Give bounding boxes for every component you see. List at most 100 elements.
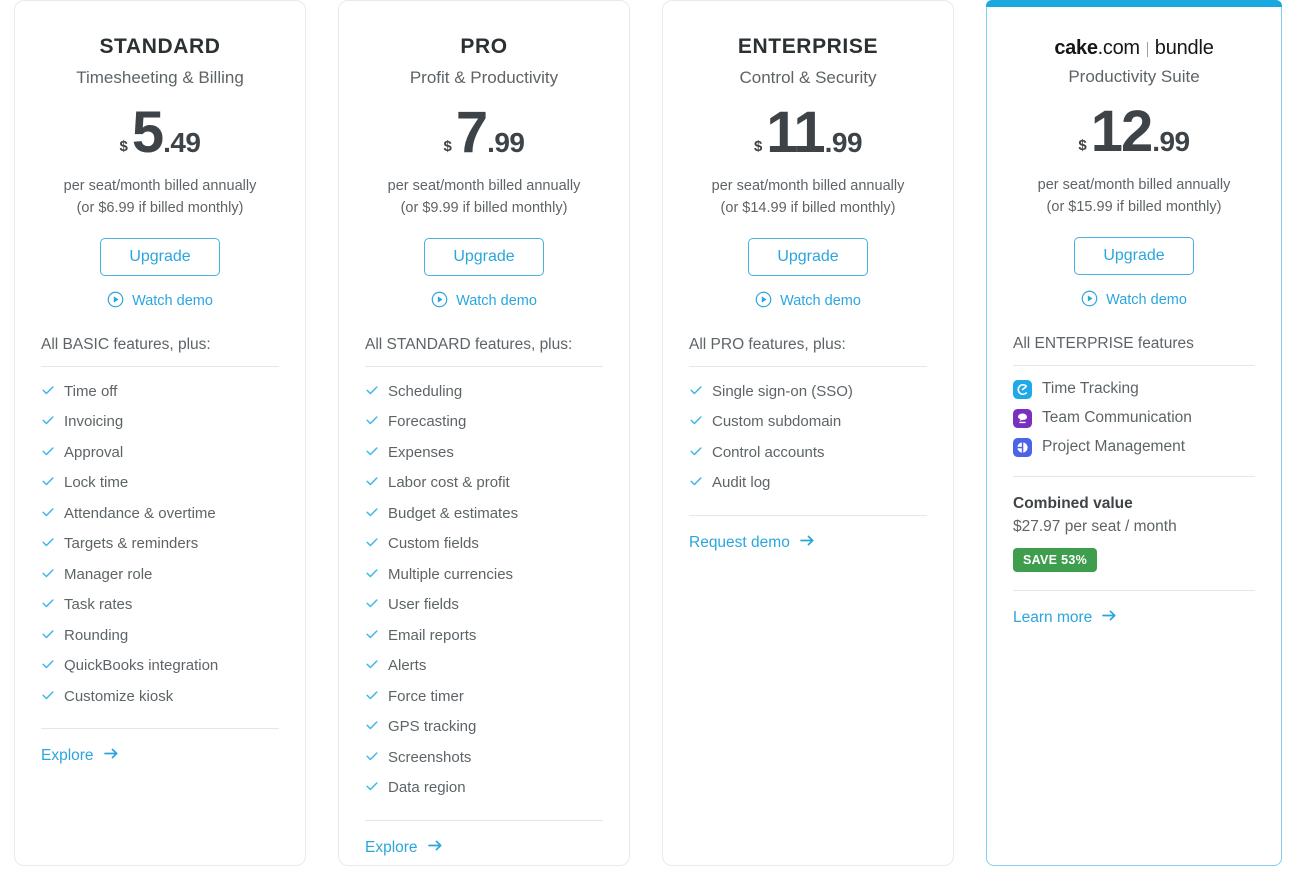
bundle-product-label: Time Tracking <box>1042 380 1139 397</box>
watch-demo-link[interactable]: Watch demo <box>689 291 927 312</box>
feature-label: Lock time <box>64 474 129 491</box>
feature-item: Budget & estimates <box>365 499 603 530</box>
upgrade-button[interactable]: Upgrade <box>1074 236 1194 275</box>
check-icon <box>689 444 703 463</box>
plan-card-enterprise[interactable]: ENTERPRISE Control & Security $ 11 .99 p… <box>662 0 954 866</box>
request-demo-link[interactable]: Request demo <box>689 534 815 552</box>
play-circle-icon <box>755 291 772 312</box>
feature-list: Time off Invoicing Approval Lock time At… <box>41 377 279 713</box>
bundle-product-item: Time Tracking <box>1013 375 1255 404</box>
billing-monthly-text: (or $15.99 if billed monthly) <box>1046 198 1222 215</box>
check-icon <box>365 444 379 463</box>
plan-card-bundle[interactable]: cake.com bundle Productivity Suite $ 12 .… <box>986 0 1282 866</box>
learn-more-link[interactable]: Learn more <box>1013 609 1117 627</box>
divider <box>41 365 279 367</box>
watch-demo-label: Watch demo <box>132 293 213 309</box>
check-icon <box>365 779 379 798</box>
watch-demo-link[interactable]: Watch demo <box>1013 290 1255 311</box>
billing-monthly-text: (or $9.99 if billed monthly) <box>400 199 568 216</box>
feature-item: Customize kiosk <box>41 682 279 713</box>
feature-item: Force timer <box>365 682 603 713</box>
cake-com-bundle-logo: cake.com bundle <box>1013 38 1255 58</box>
feature-label: Alerts <box>388 657 427 674</box>
check-icon <box>41 474 55 493</box>
upgrade-button[interactable]: Upgrade <box>748 237 868 276</box>
plan-price: $ 7 .99 <box>365 104 603 162</box>
bundle-product-label: Team Communication <box>1042 409 1192 426</box>
feature-item: User fields <box>365 590 603 621</box>
feature-item: Custom subdomain <box>689 407 927 438</box>
check-icon <box>365 505 379 524</box>
explore-label: Explore <box>365 838 418 856</box>
highlight-top-bar <box>986 0 1282 7</box>
feature-item: Labor cost & profit <box>365 468 603 499</box>
feature-item: Screenshots <box>365 743 603 774</box>
divider <box>689 514 927 516</box>
feature-item: Data region <box>365 773 603 804</box>
feature-label: Expenses <box>388 443 454 461</box>
plan-tagline: Control & Security <box>739 68 877 87</box>
check-icon <box>41 535 55 554</box>
features-heading: All BASIC features, plus: <box>41 335 211 353</box>
price-currency: $ <box>119 138 128 155</box>
feature-label: Data region <box>388 779 466 796</box>
feature-label: Email reports <box>388 626 477 644</box>
divider <box>689 365 927 367</box>
feature-item: Alerts <box>365 651 603 682</box>
watch-demo-link[interactable]: Watch demo <box>365 291 603 312</box>
watch-demo-label: Watch demo <box>780 293 861 309</box>
check-icon <box>41 627 55 646</box>
feature-list: Single sign-on (SSO) Custom subdomain Co… <box>689 377 927 499</box>
check-icon <box>365 566 379 585</box>
divider <box>1013 364 1255 366</box>
logo-separator <box>1146 41 1148 57</box>
upgrade-button[interactable]: Upgrade <box>424 237 544 276</box>
plan-price: $ 12 .99 <box>1013 103 1255 161</box>
feature-item: Targets & reminders <box>41 529 279 560</box>
price-currency: $ <box>1078 137 1087 154</box>
feature-label: QuickBooks integration <box>64 657 219 674</box>
watch-demo-label: Watch demo <box>1106 292 1187 308</box>
price-decimal: .99 <box>487 127 525 158</box>
check-icon <box>365 627 379 646</box>
feature-item: Expenses <box>365 438 603 469</box>
play-circle-icon <box>431 291 448 312</box>
check-icon <box>365 474 379 493</box>
bundle-product-label: Project Management <box>1042 438 1186 455</box>
price-integer: 12 <box>1090 99 1153 164</box>
price-integer: 7 <box>455 100 488 165</box>
feature-label: Force timer <box>388 687 464 705</box>
plan-tagline: Timesheeting & Billing <box>76 68 244 87</box>
check-icon <box>41 657 55 676</box>
billing-annual-text: per seat/month billed annually <box>63 178 257 194</box>
plan-card-pro[interactable]: PRO Profit & Productivity $ 7 .99 per se… <box>338 0 630 866</box>
plan-price: $ 5 .49 <box>41 104 279 162</box>
feature-item: Forecasting <box>365 407 603 438</box>
divider <box>365 365 603 367</box>
feature-label: Targets & reminders <box>64 535 199 552</box>
billing-annual-text: per seat/month billed annually <box>711 178 905 194</box>
plan-card-standard[interactable]: STANDARD Timesheeting & Billing $ 5 .49 … <box>14 0 306 866</box>
feature-label: Screenshots <box>388 748 472 766</box>
watch-demo-link[interactable]: Watch demo <box>41 291 279 312</box>
check-icon <box>41 505 55 524</box>
billing-monthly-text: (or $6.99 if billed monthly) <box>76 199 244 216</box>
plan-title: STANDARD <box>99 35 221 58</box>
upgrade-button[interactable]: Upgrade <box>100 237 220 276</box>
learn-more-label: Learn more <box>1013 608 1093 626</box>
plan-tagline: Productivity Suite <box>1068 67 1200 86</box>
play-circle-icon <box>1081 290 1098 311</box>
bundle-product-list: Time Tracking Team Communication Project… <box>1013 375 1255 462</box>
bundle-product-item: Team Communication <box>1013 404 1255 433</box>
check-icon <box>41 413 55 432</box>
watch-demo-label: Watch demo <box>456 293 537 309</box>
features-heading: All PRO features, plus: <box>689 335 846 353</box>
explore-link[interactable]: Explore <box>41 747 119 765</box>
billing-note: per seat/month billed annually (or $15.9… <box>1013 175 1255 219</box>
explore-link[interactable]: Explore <box>365 839 443 857</box>
arrow-right-icon <box>427 839 443 857</box>
feature-label: GPS tracking <box>388 718 477 735</box>
feature-label: Single sign-on (SSO) <box>712 382 853 400</box>
check-icon <box>365 596 379 615</box>
feature-label: Task rates <box>64 596 133 613</box>
